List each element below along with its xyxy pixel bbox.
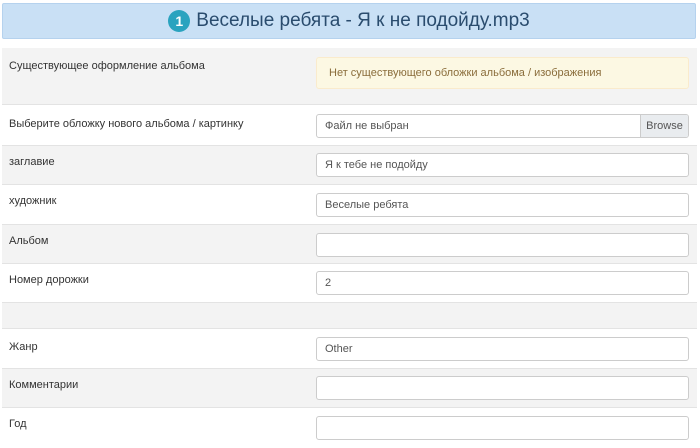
comment-input[interactable] [316,376,689,400]
row-new-cover-content: Выберите обложку нового альбома / картин… [2,105,697,146]
row-title: заглавие [2,146,697,185]
row-year: Год [2,408,697,448]
label-comment: Комментарии [9,379,79,391]
artist-input[interactable] [316,193,689,217]
label-track: Номер дорожки [9,274,89,286]
row-artist: художник [2,185,697,225]
step-badge: 1 [168,10,191,32]
tag-editor-form: Существующее оформление альбома Нет суще… [2,48,697,448]
cover-file-input[interactable]: Файл не выбран Browse [316,114,689,138]
no-cover-alert: Нет существующего обложки альбома / изоб… [316,57,689,89]
label-genre: Жанр [9,341,38,353]
file-name-text: Файл не выбран [325,120,409,132]
row-album: Альбом [2,225,697,264]
row-track: Номер дорожки [2,264,697,303]
page-title: Веселые ребята - Я к не подойду.mp3 [196,10,530,31]
year-input[interactable] [316,416,689,440]
row-spacer [2,303,697,329]
label-new-cover: Выберите обложку нового альбома / картин… [9,118,244,130]
label-album: Альбом [9,235,49,247]
label-existing-cover: Существующее оформление альбома [9,60,205,72]
title-input[interactable] [316,153,689,177]
browse-button[interactable]: Browse [640,115,688,137]
page-header: 1 Веселые ребята - Я к не подойду.mp3 [2,3,696,39]
label-title: заглавие [9,156,55,168]
row-genre: Жанр [2,329,697,369]
row-existing-cover: Существующее оформление альбома Нет суще… [2,48,697,105]
row-comment: Комментарии [2,369,697,408]
genre-input[interactable] [316,337,689,361]
label-artist: художник [9,195,57,207]
label-year: Год [9,418,27,430]
album-input[interactable] [316,233,689,257]
track-input[interactable] [316,271,689,295]
